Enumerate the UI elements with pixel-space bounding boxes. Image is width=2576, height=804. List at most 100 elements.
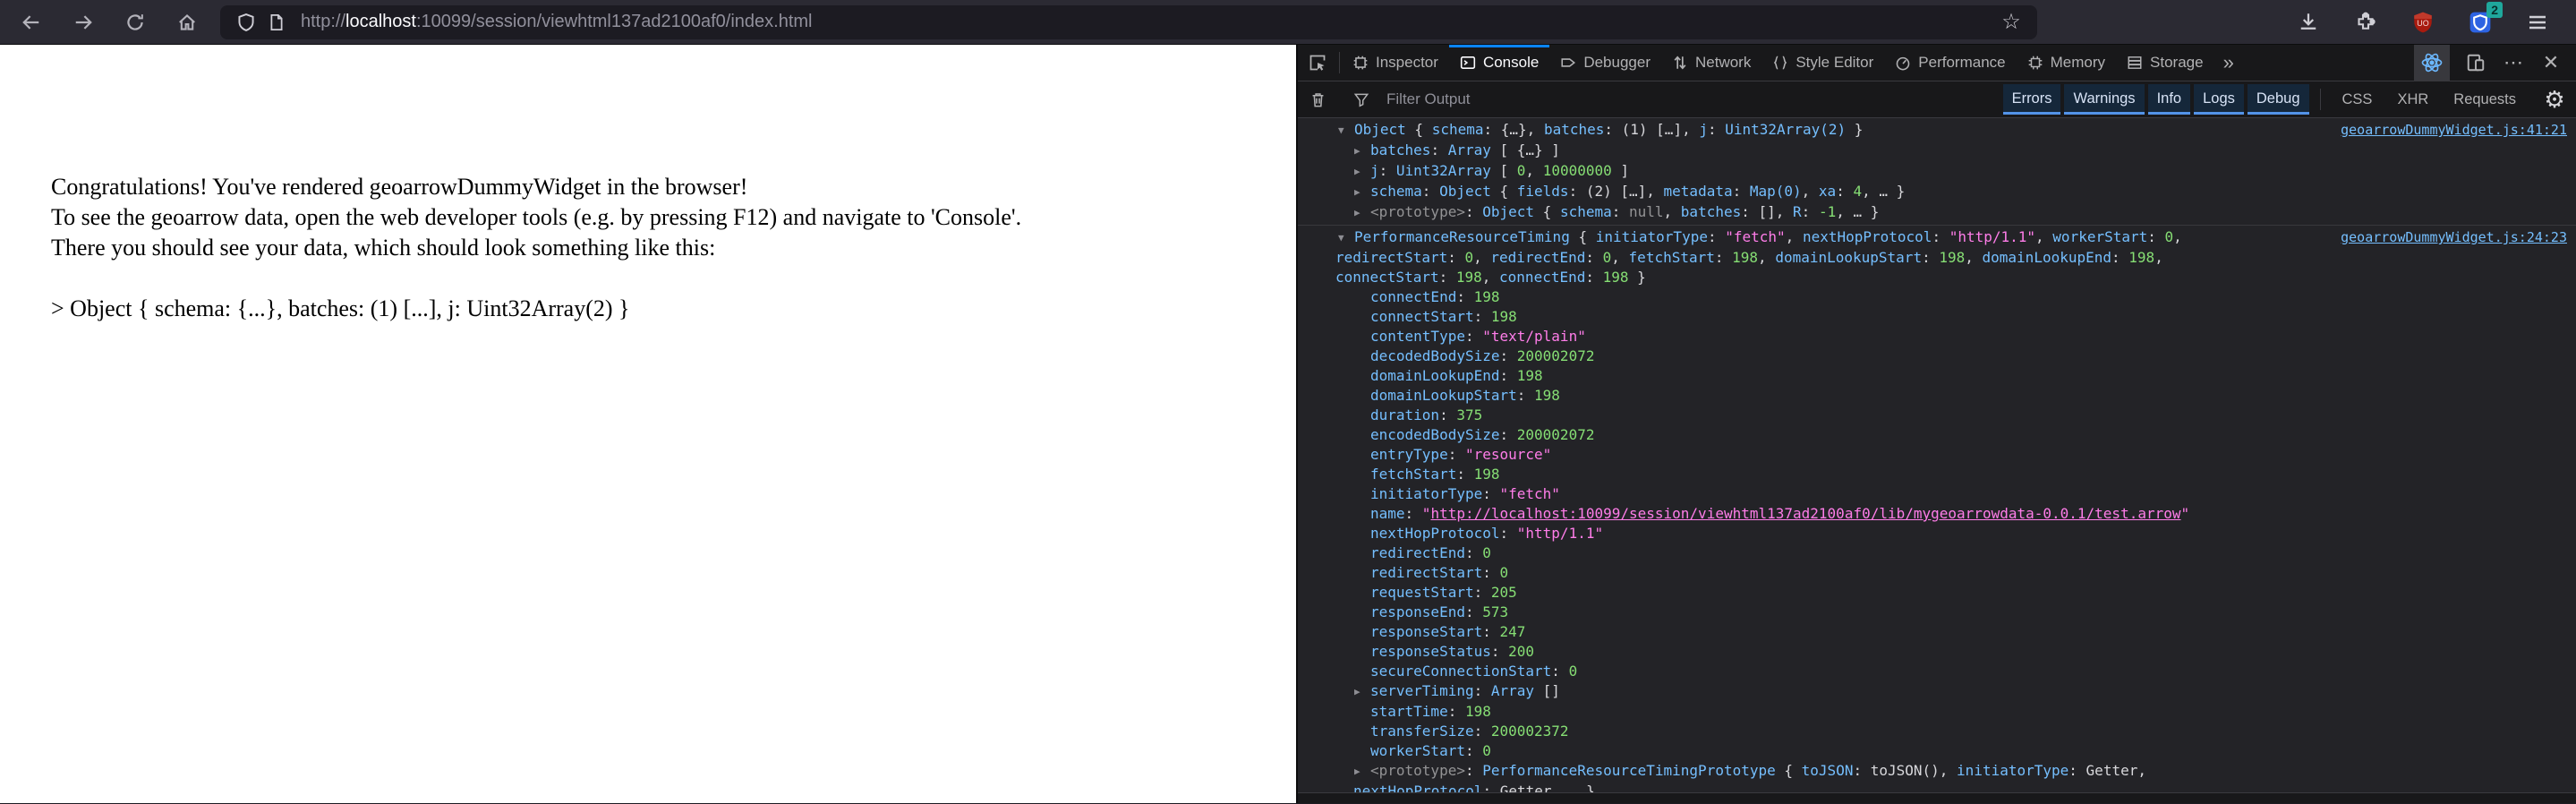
console-token: "http/1.1" [1949,228,2036,245]
password-manager-extension-icon[interactable]: 2 [2465,1,2503,38]
console-token: : [1932,228,1949,245]
collapse-arrow-icon[interactable]: ▼ [1338,121,1354,141]
tab-network[interactable]: Network [1661,45,1761,81]
url-protocol: http:// [301,12,346,31]
downloads-button[interactable] [2293,7,2324,38]
responsive-design-mode-button[interactable] [2458,45,2494,81]
more-tabs-button[interactable]: » [2214,45,2243,81]
console-row: transferSize: 200002372 [1298,722,2569,741]
console-output: ▼ Object { schema: {…}, batches: (1) […],… [1298,118,2576,792]
devtools-meatball-menu-button[interactable]: ⋯ [2495,45,2531,81]
console-token: 0 [1499,564,1509,581]
inspector-icon [1352,55,1369,71]
console-token: { [1490,183,1517,200]
filter-level-errors[interactable]: Errors [2002,84,2061,115]
page-info-icon[interactable] [261,12,292,33]
reload-icon [127,13,143,30]
console-token: : [1404,505,1422,522]
console-token: Uint32Array(2) [1725,121,1847,138]
home-button[interactable] [172,7,202,38]
tab-performance[interactable]: Performance [1884,45,2016,81]
filter-level-debug[interactable]: Debug [2247,84,2309,115]
expand-arrow-icon[interactable]: ▶ [1354,762,1370,782]
console-token: , [1525,162,1543,179]
console-row-wrap: redirectStart: 0, redirectEnd: 0, fetchS… [1298,248,2569,268]
svg-text:UO: UO [2417,19,2428,28]
tab-storage[interactable]: Storage [2116,45,2214,81]
console-token: initiatorType [1370,485,1483,502]
tab-style-editor[interactable]: Style Editor [1761,45,1884,81]
console-token: schema [1431,121,1484,138]
expand-arrow-icon[interactable]: ▶ [1354,141,1370,161]
extensions-button[interactable] [2350,7,2381,38]
tab-inspector[interactable]: Inspector [1342,45,1449,81]
filter-category-requests[interactable]: Requests [2443,85,2527,115]
menu-button[interactable] [2522,7,2553,38]
forward-button[interactable] [68,7,98,38]
resource-url-link[interactable]: http://localhost:10099/session/viewhtml1… [1430,505,2180,522]
console-row: requestStart: 205 [1298,583,2569,603]
console-token: redirectStart [1335,249,1448,266]
expand-arrow-icon[interactable]: ▶ [1354,203,1370,223]
console-token: Array [1490,682,1535,699]
console-filterbar: ErrorsWarningsInfoLogsDebug CSSXHRRequest… [1298,81,2576,118]
tab-debugger[interactable]: Debugger [1549,45,1661,81]
filter-level-logs[interactable]: Logs [2194,84,2244,115]
console-token: responseStart [1370,623,1483,640]
clear-console-button[interactable] [1298,91,1337,108]
console-row: name: "http://localhost:10099/session/vi… [1298,504,2569,524]
filter-output-input[interactable] [1386,90,1852,108]
console-token: : [1378,162,1396,179]
console-token: Object [1482,203,1535,220]
expand-arrow-icon[interactable]: ▶ [1354,183,1370,202]
ublock-extension-icon[interactable]: UO [2408,7,2438,38]
console-token: requestStart [1370,584,1474,601]
console-token: "resource" [1464,446,1552,463]
tracking-protection-shield-icon[interactable] [231,12,261,33]
collapse-arrow-icon[interactable]: ▼ [1338,228,1354,248]
console-token: 198 [2128,249,2155,266]
console-row: initiatorType: "fetch" [1298,484,2569,504]
console-token: Object [1354,121,1406,138]
performance-icon [1895,55,1911,71]
console-token: : [1482,783,1500,792]
source-location-link[interactable]: geoarrowDummyWidget.js:41:21 [2341,120,2567,140]
filter-level-warnings[interactable]: Warnings [2064,84,2145,115]
console-token: : [1447,249,1465,266]
home-icon [179,13,195,30]
console-token: : [1473,682,1491,699]
console-token: "fetch" [1499,485,1560,502]
expand-arrow-icon[interactable]: ▶ [1354,162,1370,182]
element-picker-button[interactable] [1298,45,1337,81]
console-token: workerStart [2052,228,2148,245]
url-input[interactable]: http://localhost:10099/session/viewhtml1… [301,12,1996,32]
tab-label: Console [1482,54,1540,71]
console-token: domainLookupStart [1370,387,1517,404]
filter-category-xhr[interactable]: XHR [2386,85,2439,115]
console-message: ▼ Object { schema: {…}, batches: (1) […],… [1298,118,2576,226]
console-row: connectEnd: 198 [1298,287,2569,307]
react-devtools-extension-button[interactable] [2414,44,2450,81]
filter-level-info[interactable]: Info [2147,84,2191,115]
tab-memory[interactable]: Memory [2017,45,2116,81]
console-token: : [1585,249,1603,266]
back-button[interactable] [16,7,47,38]
console-row: entryType: "resource" [1298,445,2569,465]
console-row: contentType: "text/plain" [1298,327,2569,346]
url-bar[interactable]: http://localhost:10099/session/viewhtml1… [220,4,2037,39]
console-token: : [1499,426,1517,443]
bookmark-star-icon[interactable]: ☆ [1996,9,2026,35]
devtools-close-button[interactable]: ✕ [2533,45,2569,81]
filter-category-css[interactable]: CSS [2332,85,2384,115]
console-row-wrap: connectStart: 198, connectEnd: 198 } [1298,268,2569,287]
console-token: nextHopProtocol [1370,525,1500,542]
tab-console[interactable]: Console [1448,45,1550,81]
reload-button[interactable] [120,7,150,38]
console-settings-button[interactable]: ⚙ [2533,86,2576,114]
console-input-row[interactable] [1298,792,2576,803]
console-token: fetchStart [1370,466,1457,483]
console-token: 0 [1602,249,1612,266]
console-row: nextHopProtocol: "http/1.1" [1298,524,2569,543]
source-location-link[interactable]: geoarrowDummyWidget.js:24:23 [2341,227,2567,247]
expand-arrow-icon[interactable]: ▶ [1354,682,1370,702]
